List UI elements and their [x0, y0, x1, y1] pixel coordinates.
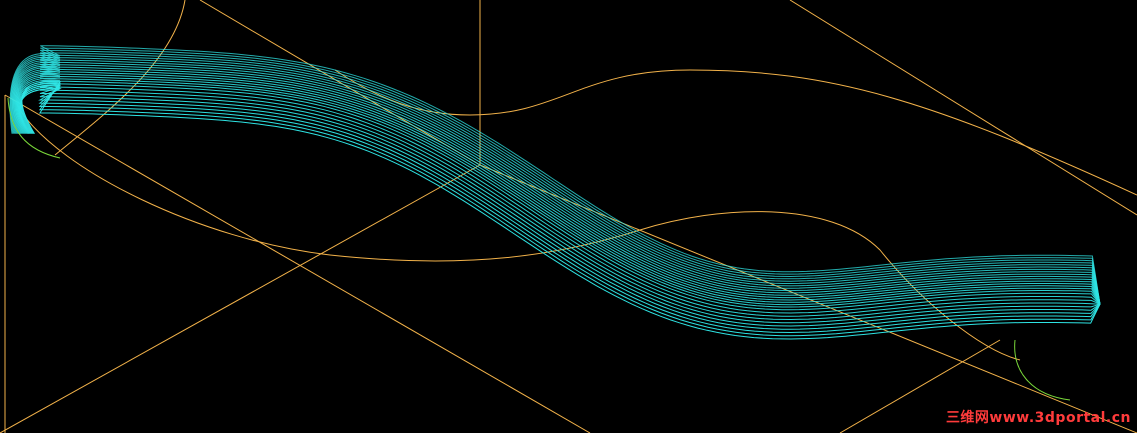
watermark-text: 三维网www.3dportal.cn	[945, 410, 1131, 426]
toolpath-pass	[16, 73, 1101, 305]
profile-arc-right	[1014, 339, 1071, 401]
toolpath-pass	[18, 84, 1101, 317]
cad-viewport[interactable]: 三维网www.3dportal.cn	[0, 0, 1137, 433]
construction-line	[789, 0, 1137, 216]
profile-arcs	[7, 97, 1071, 401]
construction-line	[0, 164, 481, 433]
construction-line	[479, 164, 1137, 433]
toolpath-pass	[9, 45, 1101, 305]
toolpath-pass	[13, 59, 1101, 305]
toolpath-pass	[17, 81, 1101, 311]
toolpath-pass	[10, 49, 1101, 305]
wireframe-scene	[0, 0, 1137, 433]
construction-lines	[0, 0, 1137, 433]
guide-curve	[19, 109, 1021, 361]
toolpath-pass	[10, 47, 1101, 305]
